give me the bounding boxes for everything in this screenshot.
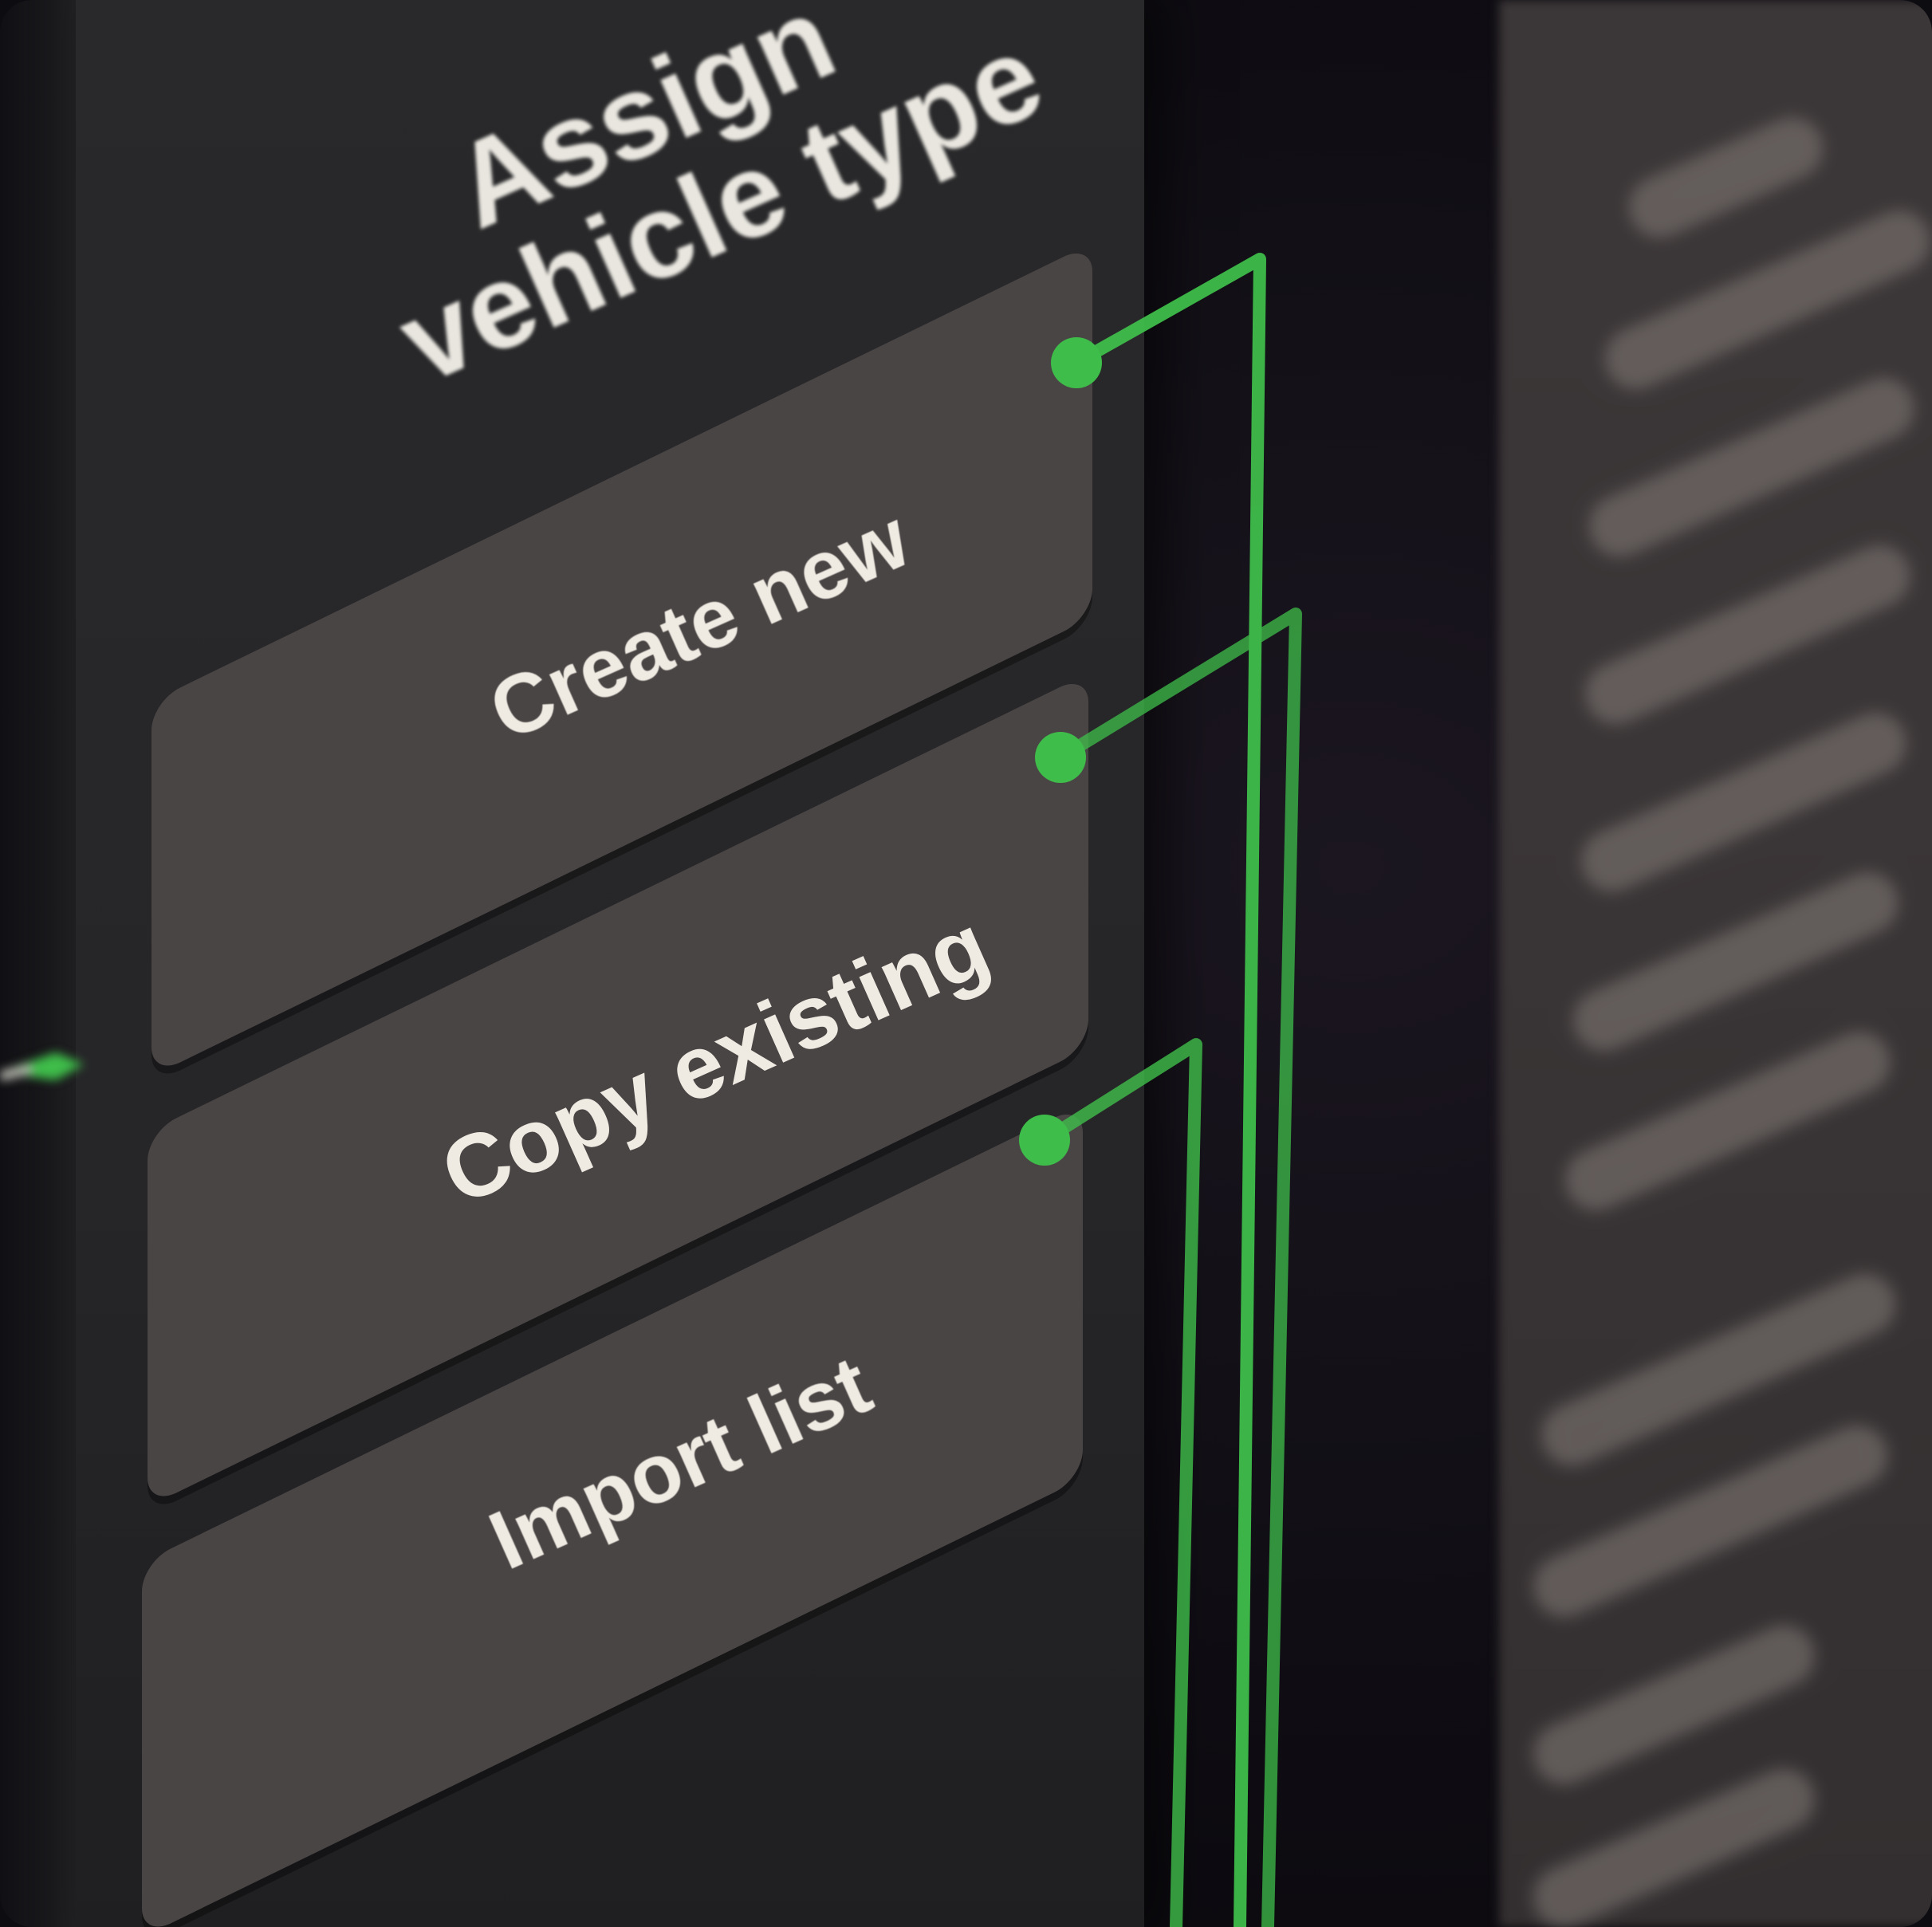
output-port-copy-existing: [1035, 732, 1086, 783]
output-port-create-new: [1051, 337, 1102, 388]
screen-frame: Assign vehicle type Create new Copy exis…: [0, 0, 1932, 1927]
input-port-icon: [0, 1052, 84, 1081]
wire-import-list: [1038, 1038, 1202, 1927]
connector-wires: [1019, 253, 1302, 1927]
wire-create-new: [1070, 253, 1266, 1927]
output-port-import-list: [1019, 1115, 1070, 1166]
